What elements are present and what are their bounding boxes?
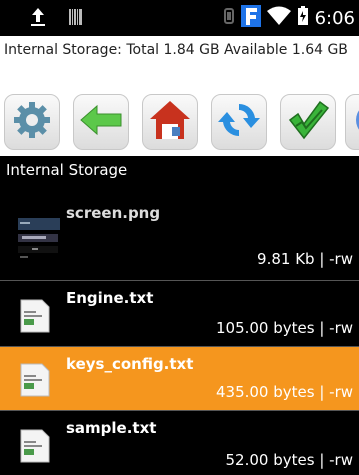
home-icon (148, 98, 192, 146)
file-meta: 105.00 bytes | -rw (215, 319, 353, 337)
refresh-button[interactable] (211, 94, 267, 150)
barcode-icon (68, 7, 84, 31)
wifi-icon (266, 6, 291, 30)
refresh-icon (217, 98, 261, 146)
battery-icon (297, 6, 309, 30)
vibrate-icon (223, 6, 235, 30)
file-row-keys-config-txt[interactable]: keys_config.txt 435.00 bytes | -rw (0, 347, 359, 410)
home-button[interactable] (142, 94, 198, 150)
storage-info-text: Internal Storage: Total 1.84 GB Availabl… (0, 36, 359, 84)
back-arrow-icon (79, 103, 123, 141)
upload-icon (30, 6, 46, 32)
info-button[interactable] (345, 94, 359, 150)
status-bar: 6:06 (0, 0, 359, 36)
file-name: screen.png (66, 204, 161, 222)
back-button[interactable] (73, 94, 129, 150)
info-icon (353, 100, 359, 144)
file-meta: 435.00 bytes | -rw (215, 383, 353, 401)
image-thumbnail (18, 214, 66, 264)
text-file-icon (20, 299, 50, 337)
file-meta: 9.81 Kb | -rw (257, 250, 353, 268)
file-row-screen-png[interactable]: screen.png 9.81 Kb | -rw (0, 184, 359, 280)
current-path: Internal Storage (0, 156, 359, 184)
file-name: keys_config.txt (66, 355, 194, 373)
f-app-icon (240, 5, 261, 31)
toolbar (0, 84, 359, 156)
file-row-engine-txt[interactable]: Engine.txt 105.00 bytes | -rw (0, 281, 359, 346)
settings-icon (12, 100, 52, 144)
file-row-sample-txt[interactable]: sample.txt 52.00 bytes | -rw (0, 411, 359, 475)
file-name: Engine.txt (66, 289, 154, 307)
check-multiple-icon (286, 98, 330, 146)
clock-time: 6:06 (314, 7, 355, 29)
file-name: sample.txt (66, 419, 157, 437)
text-file-icon (20, 429, 50, 467)
select-all-button[interactable] (280, 94, 336, 150)
text-file-icon (20, 363, 50, 401)
settings-button[interactable] (4, 94, 60, 150)
file-meta: 52.00 bytes | -rw (225, 451, 353, 469)
